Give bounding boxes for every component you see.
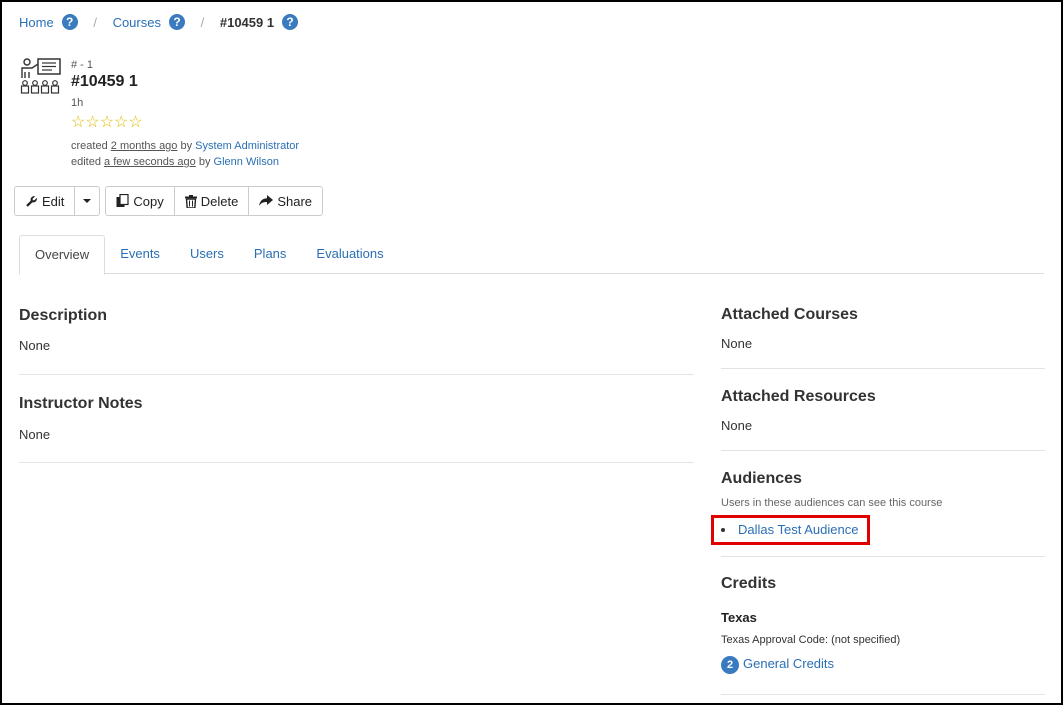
credits-row: 2 General Credits — [721, 656, 1045, 674]
edit-group: Edit — [14, 186, 101, 216]
attached-resources-section: Attached Resources None — [721, 369, 1045, 451]
edited-by-link[interactable]: Glenn Wilson — [214, 156, 279, 168]
description-heading: Description — [19, 307, 108, 324]
attached-courses-value: None — [721, 336, 753, 351]
tab-events[interactable]: Events — [105, 235, 175, 274]
created-line: created 2 months ago by System Administr… — [71, 138, 299, 154]
general-credits-link[interactable]: General Credits — [743, 656, 834, 671]
audiences-description: Users in these audiences can see this co… — [721, 497, 943, 509]
wrench-icon — [26, 195, 37, 207]
edited-time: a few seconds ago — [104, 156, 196, 168]
instructor-notes-heading: Instructor Notes — [19, 395, 143, 412]
highlight-box — [711, 515, 870, 545]
help-icon[interactable]: ? — [168, 14, 185, 30]
course-number: # - 1 — [71, 59, 94, 71]
main-content: Description None Instructor Notes None — [19, 294, 694, 463]
course-title: #10459 1 — [71, 73, 138, 90]
breadcrumb: Home? / Courses? / #10459 1? — [19, 14, 299, 30]
breadcrumb-current: #10459 1 — [219, 15, 275, 30]
attached-courses-heading: Attached Courses — [721, 306, 858, 323]
created-by-link[interactable]: System Administrator — [195, 140, 299, 152]
help-icon[interactable]: ? — [282, 14, 299, 30]
tab-bar: Overview Events Users Plans Evaluations — [19, 235, 1044, 275]
help-icon[interactable]: ? — [61, 14, 78, 30]
audiences-heading: Audiences — [721, 470, 802, 487]
tab-overview[interactable]: Overview — [19, 235, 106, 275]
course-meta: created 2 months ago by System Administr… — [71, 138, 299, 170]
instructor-notes-value: None — [19, 427, 51, 442]
share-button[interactable]: Share — [249, 186, 324, 216]
credits-heading: Credits — [721, 575, 777, 592]
edited-line: edited a few seconds ago by Glenn Wilson — [71, 154, 299, 170]
credits-state: Texas — [721, 610, 757, 625]
classroom-icon — [19, 58, 61, 94]
rating-stars-icon[interactable]: ☆☆☆☆☆ — [71, 112, 299, 132]
breadcrumb-separator: / — [200, 15, 205, 30]
copy-label: Copy — [133, 193, 164, 209]
tab-evaluations[interactable]: Evaluations — [301, 235, 398, 274]
action-toolbar: Edit Copy Delete Share — [14, 186, 328, 216]
copy-button[interactable]: Copy — [105, 186, 175, 216]
caret-down-icon — [83, 199, 92, 203]
attached-courses-section: Attached Courses None — [721, 294, 1045, 369]
by-label: by — [198, 156, 211, 168]
edited-label: edited — [71, 156, 101, 168]
delete-label: Delete — [200, 193, 239, 209]
tab-users[interactable]: Users — [175, 235, 239, 274]
description-value: None — [19, 338, 51, 353]
edit-label: Edit — [42, 193, 65, 209]
breadcrumb-courses[interactable]: Courses — [113, 15, 161, 30]
share-icon — [259, 195, 274, 206]
breadcrumb-separator: / — [93, 15, 97, 30]
course-duration: 1h — [71, 97, 84, 109]
tab-plans[interactable]: Plans — [239, 235, 302, 274]
breadcrumb-home[interactable]: Home — [19, 15, 54, 30]
actions-group: Copy Delete Share — [105, 186, 324, 216]
credits-count-badge: 2 — [721, 656, 739, 674]
edit-button[interactable]: Edit — [14, 186, 76, 216]
created-time: 2 months ago — [110, 140, 178, 152]
instructor-notes-section: Instructor Notes None — [19, 375, 694, 463]
credits-approval-code: Texas Approval Code: (not specified) — [721, 634, 901, 646]
created-label: created — [71, 140, 108, 152]
credits-section: Credits Texas Texas Approval Code: (not … — [721, 557, 1045, 695]
trash-icon — [184, 194, 197, 208]
delete-button[interactable]: Delete — [174, 186, 250, 216]
course-header: # - 1 #10459 1 1h ☆☆☆☆☆ created 2 months… — [71, 59, 299, 170]
sidebar-content: Attached Courses None Attached Resources… — [721, 294, 1045, 695]
attached-resources-value: None — [721, 418, 753, 433]
by-label: by — [180, 140, 193, 152]
attached-resources-heading: Attached Resources — [721, 388, 876, 405]
edit-dropdown-button[interactable] — [75, 186, 101, 216]
copy-icon — [116, 194, 130, 207]
share-label: Share — [277, 193, 313, 209]
description-section: Description None — [19, 294, 694, 375]
